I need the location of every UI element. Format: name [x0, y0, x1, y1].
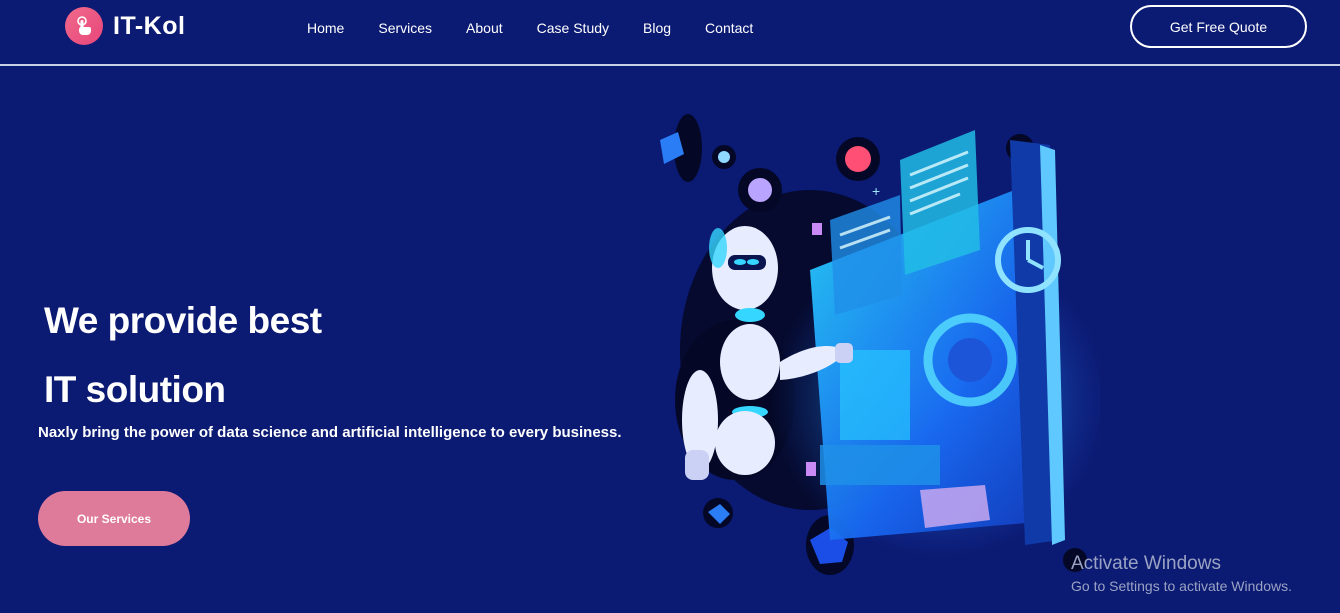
nav-services[interactable]: Services: [378, 20, 432, 36]
our-services-button[interactable]: Our Services: [38, 491, 190, 546]
nav-home[interactable]: Home: [307, 20, 344, 36]
activate-windows-watermark: Activate Windows Go to Settings to activ…: [1071, 553, 1292, 594]
nav-case-study[interactable]: Case Study: [537, 20, 609, 36]
navbar: IT-Kol Home Services About Case Study Bl…: [0, 0, 1340, 66]
hero-subtitle: Naxly bring the power of data science an…: [38, 424, 622, 441]
nav-contact[interactable]: Contact: [705, 20, 753, 36]
watermark-title: Activate Windows: [1071, 553, 1221, 574]
svg-text:+: +: [872, 183, 880, 199]
logo[interactable]: IT-Kol: [65, 7, 185, 45]
watermark-subtitle: Go to Settings to activate Windows.: [1071, 578, 1292, 594]
main-nav: Home Services About Case Study Blog Cont…: [307, 20, 787, 36]
pointer-hand-icon: [65, 7, 103, 45]
nav-blog[interactable]: Blog: [643, 20, 671, 36]
hero-title-line1: We provide best: [44, 300, 322, 341]
get-free-quote-button[interactable]: Get Free Quote: [1130, 5, 1307, 48]
logo-text: IT-Kol: [113, 11, 186, 40]
hero-title-line2: IT solution: [44, 369, 226, 410]
robot-dashboard-illustration: +: [640, 100, 1110, 595]
nav-about[interactable]: About: [466, 20, 503, 36]
